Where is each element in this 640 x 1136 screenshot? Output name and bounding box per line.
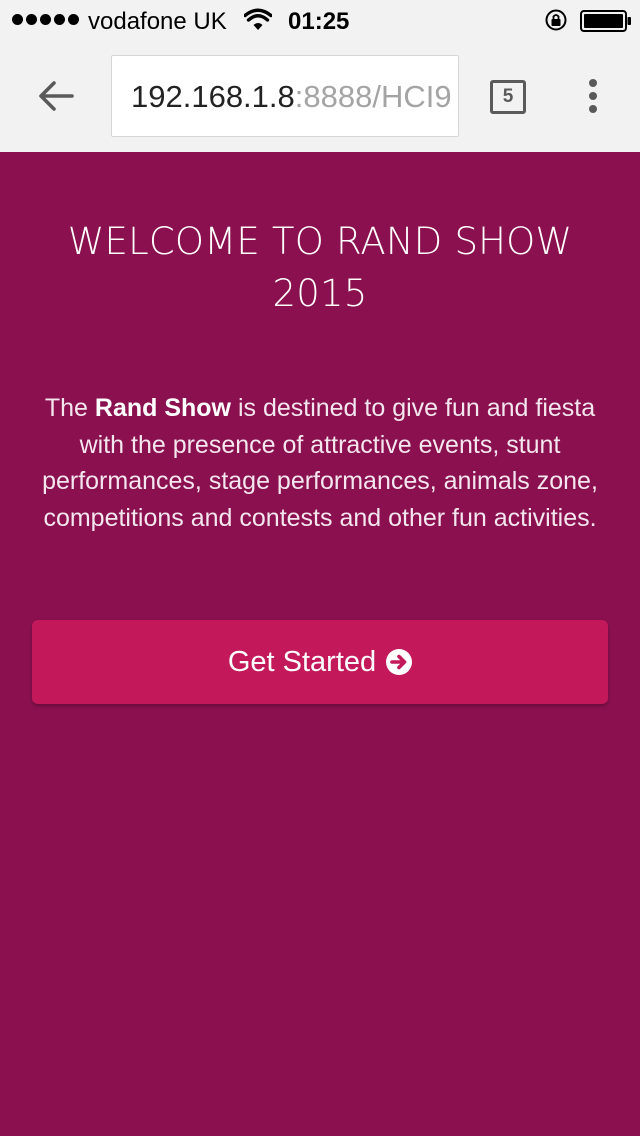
signal-strength-icon bbox=[12, 14, 79, 25]
status-time: 01:25 bbox=[288, 8, 350, 35]
carrier-name: vodafone UK bbox=[88, 8, 227, 35]
battery-icon bbox=[580, 10, 631, 32]
url-path: :8888/HCI9 bbox=[294, 79, 452, 114]
orientation-lock-icon bbox=[545, 9, 567, 31]
url-host: 192.168.1.8 bbox=[131, 79, 295, 114]
address-bar[interactable]: 192.168.1.8:8888/HCI9 bbox=[111, 55, 459, 137]
back-arrow-icon bbox=[39, 81, 74, 111]
overflow-menu-button[interactable] bbox=[572, 72, 614, 120]
intro-paragraph: The Rand Show is destined to give fun an… bbox=[34, 390, 606, 536]
welcome-page: WELCOME TO RAND SHOW 2015 The Rand Show … bbox=[0, 152, 640, 1136]
browser-toolbar: 192.168.1.8:8888/HCI9 5 bbox=[0, 40, 640, 152]
arrow-circle-right-icon bbox=[386, 649, 413, 675]
wifi-icon bbox=[244, 8, 272, 30]
tab-count: 5 bbox=[502, 86, 514, 107]
url-text: 192.168.1.8:8888/HCI9 bbox=[131, 80, 452, 114]
back-button[interactable] bbox=[30, 70, 82, 122]
intro-prefix: The bbox=[44, 394, 95, 422]
tabs-button[interactable]: 5 bbox=[490, 80, 526, 114]
get-started-label: Get Started bbox=[227, 645, 377, 678]
get-started-button[interactable]: Get Started bbox=[32, 620, 608, 704]
status-bar: vodafone UK 01:25 bbox=[0, 0, 640, 40]
page-title: WELCOME TO RAND SHOW 2015 bbox=[67, 220, 573, 315]
intro-highlight: Rand Show bbox=[94, 394, 231, 422]
